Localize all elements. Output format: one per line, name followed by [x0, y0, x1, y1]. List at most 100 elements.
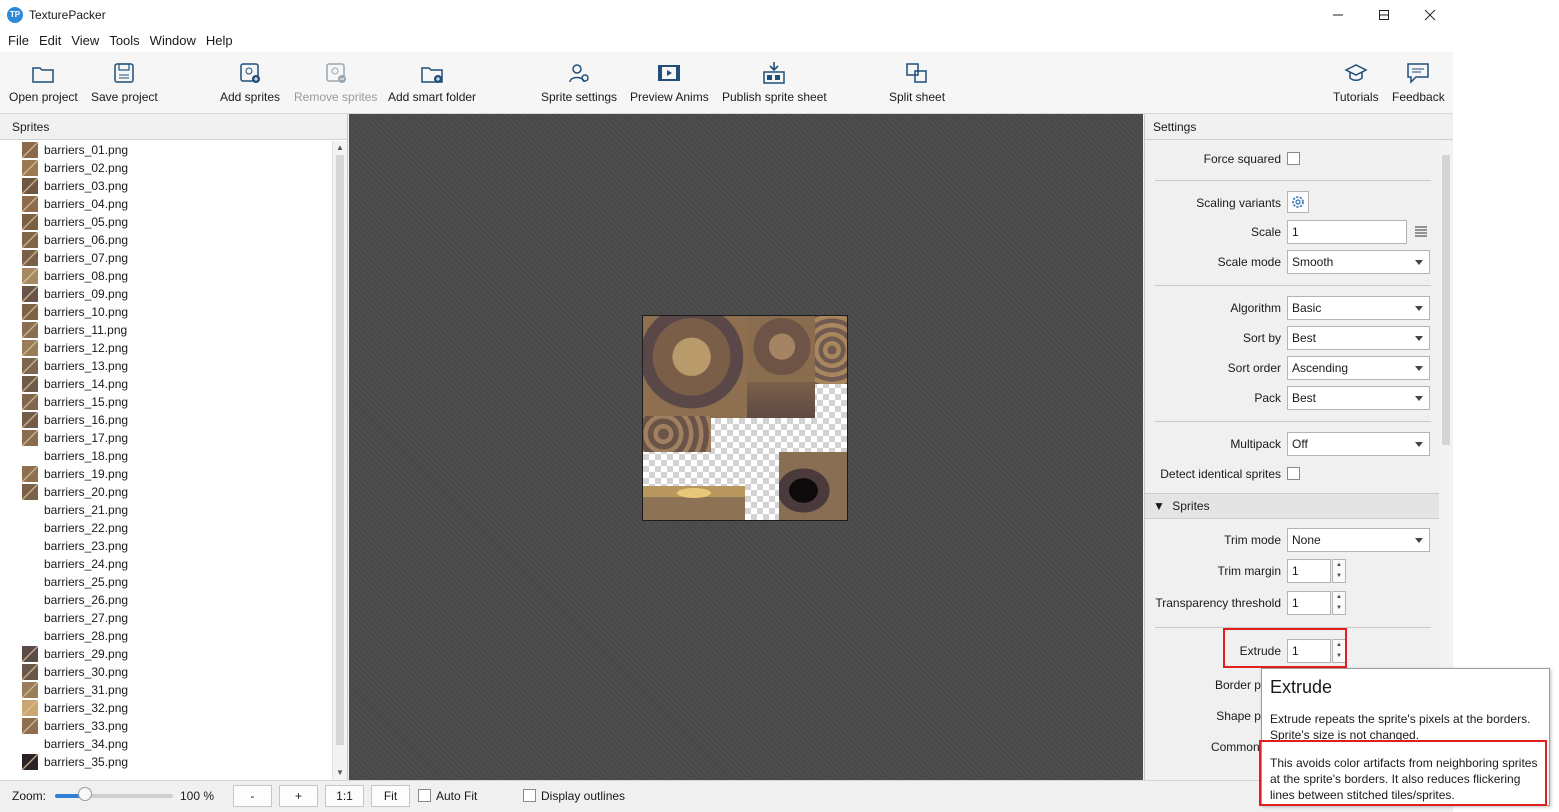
maximize-button[interactable]: [1361, 0, 1407, 30]
sprite-list-item[interactable]: barriers_20.png: [0, 483, 333, 501]
split-sheet-button[interactable]: Split sheet: [889, 60, 945, 104]
save-project-button[interactable]: Save project: [91, 60, 158, 104]
open-project-button[interactable]: Open project: [9, 60, 78, 104]
sprite-list-item[interactable]: barriers_15.png: [0, 393, 333, 411]
sprite-list-item[interactable]: barriers_03.png: [0, 177, 333, 195]
sprite-settings-button[interactable]: Sprite settings: [541, 60, 617, 104]
sprite-list-item[interactable]: barriers_04.png: [0, 195, 333, 213]
sprite-list-item[interactable]: barriers_10.png: [0, 303, 333, 321]
minimize-btn[interactable]: [1315, 0, 1361, 30]
detect-identical-checkbox[interactable]: [1287, 467, 1300, 480]
zoom-out-button[interactable]: -: [233, 785, 272, 807]
sprite-list-item[interactable]: barriers_12.png: [0, 339, 333, 357]
algorithm-dropdown[interactable]: Basic: [1287, 296, 1430, 320]
feedback-button[interactable]: Feedback: [1392, 60, 1445, 104]
trim-margin-stepper[interactable]: ▲ ▼: [1332, 559, 1346, 583]
sprite-list-item[interactable]: barriers_11.png: [0, 321, 333, 339]
trim-mode-dropdown[interactable]: None: [1287, 528, 1430, 552]
sprite-name: barriers_34.png: [44, 737, 129, 751]
sprite-list-item[interactable]: barriers_08.png: [0, 267, 333, 285]
scrollbar-thumb[interactable]: [336, 155, 344, 745]
remove-sprites-button[interactable]: Remove sprites: [294, 60, 377, 104]
scale-mode-value: Smooth: [1292, 255, 1334, 269]
tooltip-paragraph-1: Extrude repeats the sprite's pixels at t…: [1270, 712, 1531, 742]
sprite-name: barriers_21.png: [44, 503, 129, 517]
sprite-list-item[interactable]: barriers_33.png: [0, 717, 333, 735]
sprite-name: barriers_13.png: [44, 359, 129, 373]
sprite-sheet-preview: [642, 315, 848, 521]
scale-mode-label: Scale mode: [1217, 255, 1281, 269]
sprite-list-item[interactable]: barriers_05.png: [0, 213, 333, 231]
sprite-list-item[interactable]: barriers_26.png: [0, 591, 333, 609]
zoom-slider[interactable]: [55, 794, 173, 798]
sprite-list-item[interactable]: barriers_18.png: [0, 447, 333, 465]
sprite-list-item[interactable]: barriers_32.png: [0, 699, 333, 717]
menu-edit[interactable]: Edit: [34, 30, 66, 52]
transparency-threshold-stepper[interactable]: ▲ ▼: [1332, 591, 1346, 615]
sprite-list-item[interactable]: barriers_13.png: [0, 357, 333, 375]
add-smart-folder-button[interactable]: Add smart folder: [388, 60, 476, 104]
zoom-in-button[interactable]: +: [279, 785, 318, 807]
sprite-list-item[interactable]: barriers_22.png: [0, 519, 333, 537]
menu-window[interactable]: Window: [145, 30, 201, 52]
publish-sprite-sheet-button[interactable]: Publish sprite sheet: [722, 60, 827, 104]
transparency-threshold-input[interactable]: 1: [1287, 591, 1331, 615]
zoom-slider-handle[interactable]: [77, 787, 92, 801]
sprite-list-item[interactable]: barriers_29.png: [0, 645, 333, 663]
add-sprites-button[interactable]: Add sprites: [220, 60, 280, 104]
preview-anims-button[interactable]: Preview Anims: [630, 60, 709, 104]
chevron-down-icon: [1415, 306, 1423, 311]
sprite-list-item[interactable]: barriers_06.png: [0, 231, 333, 249]
trim-mode-row: Trim mode None: [1145, 528, 1440, 552]
scroll-down-icon[interactable]: ▼: [333, 766, 347, 780]
display-outlines-checkbox[interactable]: [523, 789, 536, 802]
scale-mode-dropdown[interactable]: Smooth: [1287, 250, 1430, 274]
force-squared-checkbox[interactable]: [1287, 152, 1300, 165]
sprite-settings-label: Sprite settings: [541, 90, 618, 104]
menu-help[interactable]: Help: [201, 30, 238, 52]
tutorials-button[interactable]: Tutorials: [1333, 60, 1379, 104]
sprite-list-item[interactable]: barriers_07.png: [0, 249, 333, 267]
sprite-list-item[interactable]: barriers_17.png: [0, 429, 333, 447]
sprite-list-item[interactable]: barriers_14.png: [0, 375, 333, 393]
sprite-list-item[interactable]: barriers_27.png: [0, 609, 333, 627]
sprite-name: barriers_20.png: [44, 485, 129, 499]
close-button[interactable]: [1407, 0, 1453, 30]
trim-margin-input[interactable]: 1: [1287, 559, 1331, 583]
sprite-list-item[interactable]: barriers_35.png: [0, 753, 333, 771]
sprites-section-header[interactable]: ▼ Sprites: [1145, 493, 1440, 519]
sprite-list-item[interactable]: barriers_25.png: [0, 573, 333, 591]
sprite-list-item[interactable]: barriers_31.png: [0, 681, 333, 699]
multipack-dropdown[interactable]: Off: [1287, 432, 1430, 456]
sprite-list-item[interactable]: barriers_30.png: [0, 663, 333, 681]
sprite-list-item[interactable]: barriers_02.png: [0, 159, 333, 177]
scale-row: Scale 1: [1145, 220, 1440, 244]
sprite-list-scrollbar[interactable]: ▲ ▼: [332, 141, 347, 780]
scroll-up-icon[interactable]: ▲: [333, 141, 347, 155]
scrollbar-thumb[interactable]: [1442, 155, 1450, 445]
scaling-variants-button[interactable]: [1287, 191, 1309, 213]
sprite-list-item[interactable]: barriers_19.png: [0, 465, 333, 483]
menu-view[interactable]: View: [66, 30, 104, 52]
sprite-name: barriers_16.png: [44, 413, 129, 427]
sprite-list-item[interactable]: barriers_09.png: [0, 285, 333, 303]
sort-by-dropdown[interactable]: Best: [1287, 326, 1430, 350]
pack-dropdown[interactable]: Best: [1287, 386, 1430, 410]
sprite-list-item[interactable]: barriers_21.png: [0, 501, 333, 519]
sprite-list-item[interactable]: barriers_28.png: [0, 627, 333, 645]
sprite-sheet-canvas[interactable]: [349, 114, 1143, 780]
sort-order-dropdown[interactable]: Ascending: [1287, 356, 1430, 380]
menu-tools[interactable]: Tools: [104, 30, 144, 52]
auto-fit-checkbox[interactable]: [418, 789, 431, 802]
list-icon[interactable]: [1415, 225, 1427, 240]
scale-input[interactable]: 1: [1287, 220, 1407, 244]
fit-button[interactable]: Fit: [371, 785, 410, 807]
sprite-list-item[interactable]: barriers_01.png: [0, 141, 333, 159]
sprite-list[interactable]: barriers_01.png barriers_02.png barriers_0…: [0, 141, 333, 780]
sprite-list-item[interactable]: barriers_16.png: [0, 411, 333, 429]
zoom-1to1-button[interactable]: 1:1: [325, 785, 364, 807]
menu-file[interactable]: File: [3, 30, 34, 52]
sprite-list-item[interactable]: barriers_34.png: [0, 735, 333, 753]
sprite-list-item[interactable]: barriers_23.png: [0, 537, 333, 555]
sprite-list-item[interactable]: barriers_24.png: [0, 555, 333, 573]
